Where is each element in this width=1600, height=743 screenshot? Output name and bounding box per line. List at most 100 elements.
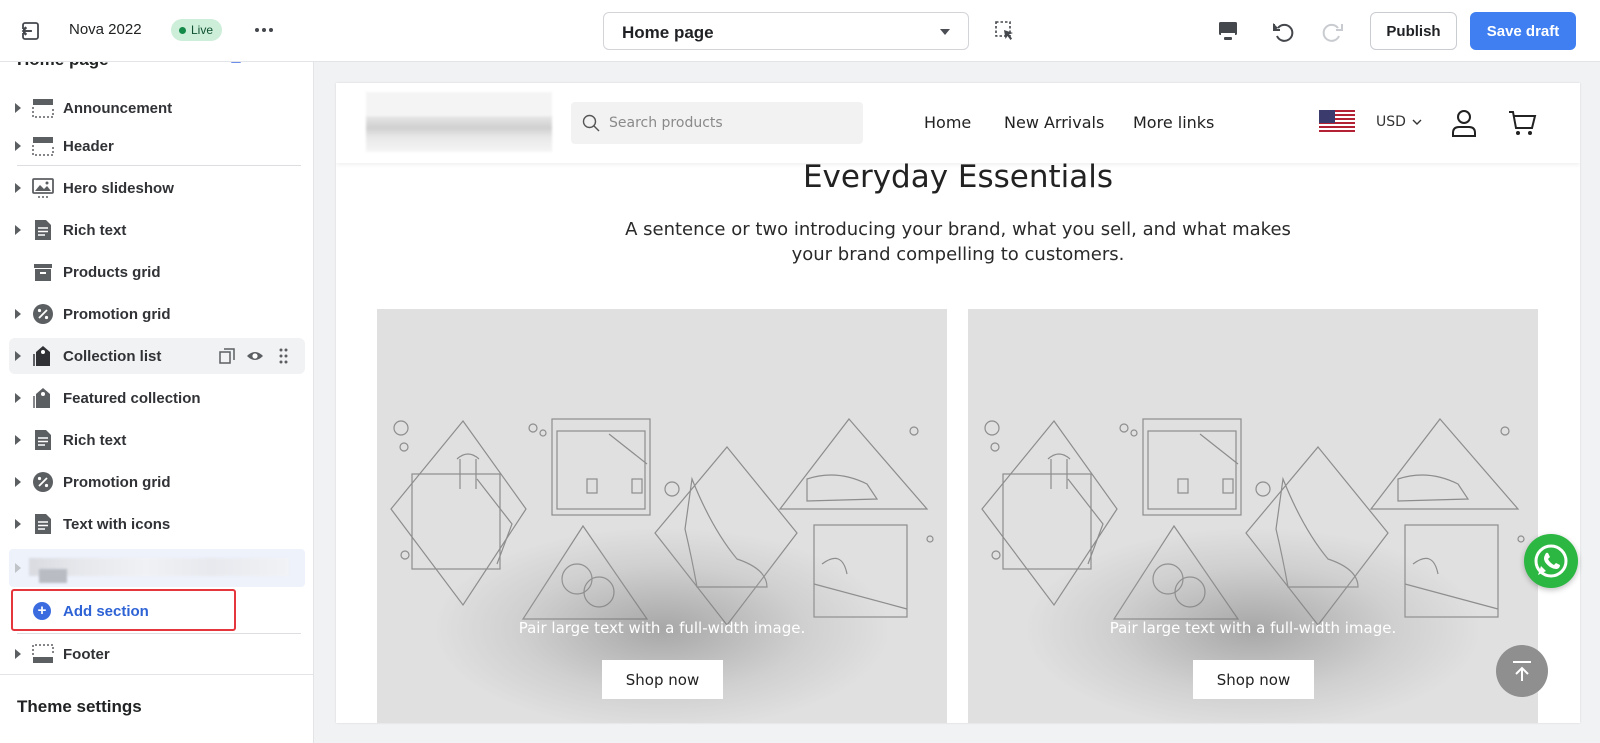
search-placeholder: Search products [609,115,723,131]
live-status-badge: Live [171,19,223,41]
store-header: Search products Home New Arrivals More l… [336,83,1580,163]
promotion-card[interactable]: Pair large text with a full-width image.… [968,309,1538,723]
sidebar-divider [17,633,301,634]
expand-arrow-icon[interactable] [15,563,21,573]
undo-icon[interactable] [1270,18,1296,44]
search-input[interactable]: Search products [571,102,863,144]
publish-button[interactable]: Publish [1370,12,1457,50]
arrow-up-icon [1513,661,1531,681]
expand-arrow-icon[interactable] [15,477,21,487]
section-products-grid[interactable]: Products grid [9,254,305,290]
section-label: Footer [63,646,110,663]
cart-icon[interactable] [1507,108,1537,138]
store-preview: Search products Home New Arrivals More l… [336,83,1580,723]
rich-text-icon [35,514,51,534]
section-actions [219,348,288,364]
back-to-top-button[interactable] [1496,645,1548,697]
section-featured-collection[interactable]: Featured collection [9,380,305,416]
redacted-icon [39,569,67,583]
us-flag-icon[interactable] [1319,110,1355,134]
expand-arrow-icon[interactable] [15,393,21,403]
search-icon [582,114,600,132]
section-subheading: A sentence or two introducing your brand… [625,219,1291,265]
header-layout-icon [32,137,54,156]
section-header[interactable]: Header [9,128,305,164]
nav-link-new-arrivals[interactable]: New Arrivals [1004,113,1104,132]
section-label: Rich text [63,222,127,239]
redo-icon[interactable] [1320,18,1346,44]
page-selector[interactable]: Home page [603,12,969,50]
expand-arrow-icon[interactable] [15,649,21,659]
card-caption: Pair large text with a full-width image. [1109,619,1397,637]
section-announcement[interactable]: Announcement [9,90,305,126]
announcement-bar-icon [32,99,54,118]
shop-now-button[interactable]: Shop now [1193,660,1314,699]
collection-tag-icon [33,346,50,366]
drag-handle-icon[interactable] [279,348,288,364]
redacted-section-row[interactable] [9,549,305,587]
section-label: Hero slideshow [63,180,174,197]
visibility-eye-icon[interactable] [247,352,263,360]
section-label: Products grid [63,264,161,281]
expand-arrow-icon[interactable] [15,141,21,151]
sidebar-title-actions-icon[interactable] [230,62,270,66]
discount-icon [33,472,53,492]
theme-name: Nova 2022 [69,21,142,38]
account-icon[interactable] [1450,108,1478,138]
add-section-label: Add section [63,603,149,620]
expand-arrow-icon[interactable] [15,351,21,361]
expand-arrow-icon[interactable] [15,519,21,529]
promotion-card[interactable]: Pair large text with a full-width image.… [377,309,947,723]
section-label: Collection list [63,348,162,365]
section-collection-list[interactable]: Collection list [9,338,305,374]
chevron-down-icon[interactable] [1411,117,1423,127]
nav-link-home[interactable]: Home [924,113,971,132]
products-grid-icon [34,264,52,281]
section-label: Promotion grid [63,474,171,491]
section-rich-text-2[interactable]: Rich text [9,422,305,458]
nav-link-more-links[interactable]: More links [1133,113,1214,132]
desktop-view-icon[interactable] [1216,19,1240,43]
section-heading: Everyday Essentials [802,159,1114,195]
shop-now-button[interactable]: Shop now [602,660,723,699]
store-logo[interactable] [366,92,552,152]
editor-topbar: Nova 2022 Live Home page Publish Save dr… [0,0,1600,62]
save-draft-button[interactable]: Save draft [1470,12,1576,50]
expand-arrow-icon[interactable] [15,225,21,235]
live-dot-icon [179,27,186,34]
section-label: Rich text [63,432,127,449]
expand-arrow-icon[interactable] [15,435,21,445]
section-hero-slideshow[interactable]: Hero slideshow [9,170,305,206]
currency-selector[interactable]: USD [1376,114,1406,130]
duplicate-icon[interactable] [219,348,235,364]
exit-editor-icon[interactable] [20,20,42,42]
more-actions-icon[interactable] [252,18,276,42]
section-footer[interactable]: Footer [9,636,305,672]
section-promotion-grid-2[interactable]: Promotion grid [9,464,305,500]
discount-icon [33,304,53,324]
section-label: Promotion grid [63,306,171,323]
rich-text-icon [35,220,51,240]
section-label: Header [63,138,114,155]
section-text-with-icons[interactable]: Text with icons [9,506,305,542]
add-section-button[interactable]: + Add section [11,589,236,631]
collection-tag-icon [33,388,50,408]
expand-arrow-icon[interactable] [15,103,21,113]
redacted-label [29,558,289,576]
whatsapp-icon [1534,544,1568,578]
expand-arrow-icon[interactable] [15,183,21,193]
card-caption: Pair large text with a full-width image. [518,619,806,637]
whatsapp-chat-button[interactable] [1524,534,1578,588]
theme-settings-link[interactable]: Theme settings [0,674,313,743]
inspector-icon[interactable] [994,20,1016,42]
theme-settings-label: Theme settings [17,697,142,716]
section-promotion-grid[interactable]: Promotion grid [9,296,305,332]
slideshow-icon [32,178,54,198]
sections-sidebar: Home page Announcement Header Hero slide… [0,62,314,743]
expand-arrow-icon[interactable] [15,309,21,319]
rich-text-icon [35,430,51,450]
sidebar-divider [17,165,301,166]
page-selector-label: Home page [622,23,714,42]
section-rich-text[interactable]: Rich text [9,212,305,248]
footer-layout-icon [32,644,54,663]
